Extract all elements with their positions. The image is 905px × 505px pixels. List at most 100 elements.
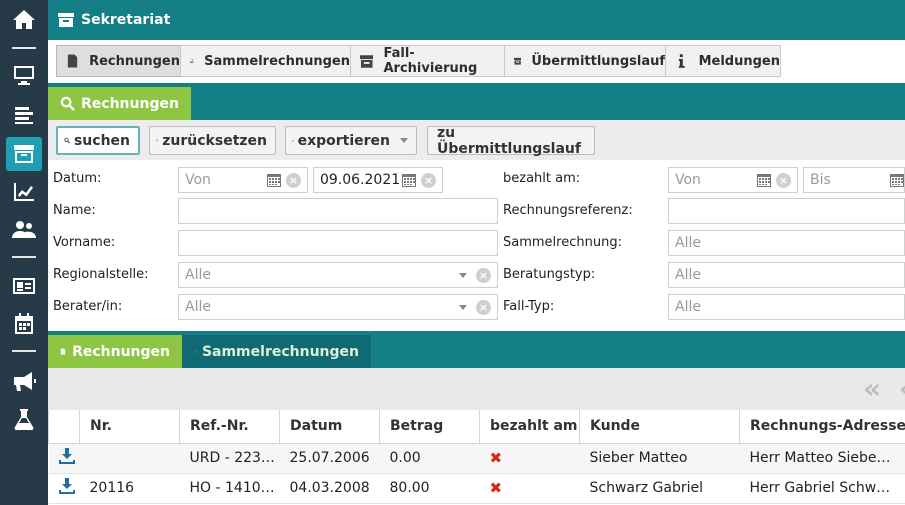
calendar-icon[interactable] xyxy=(757,173,771,187)
results-panel: « ‹ Nr. Ref.-Nr. Datum Betrag bezahlt am… xyxy=(48,368,905,505)
datum-from-field[interactable]: Von × xyxy=(178,167,308,193)
download-cell[interactable] xyxy=(48,443,80,474)
column-header[interactable]: Ref.-Nr. xyxy=(179,410,280,444)
tab-rechnungen-results[interactable]: Rechnungen xyxy=(48,335,182,368)
sidebar-item-flask[interactable] xyxy=(6,402,42,436)
referenz-field[interactable] xyxy=(668,198,905,224)
referenz-label: Rechnungsreferenz: xyxy=(503,203,633,218)
sidebar-item-monitor[interactable] xyxy=(6,58,42,92)
cell-bezahlt: ✖ xyxy=(479,443,580,474)
search-button[interactable]: suchen xyxy=(56,126,140,155)
regionalstelle-select[interactable]: Alle × xyxy=(178,262,498,288)
column-header[interactable]: Nr. xyxy=(79,410,180,444)
table-row[interactable]: 20116 HO - 1410… 04.03.2008 80.00 ✖ Schw… xyxy=(48,473,905,504)
prev-page-button[interactable]: ‹ xyxy=(899,372,905,405)
column-header[interactable]: bezahlt am xyxy=(479,410,580,444)
tab-uebermittlungslauf[interactable]: Übermittlungslauf xyxy=(504,45,666,77)
archive-icon xyxy=(58,13,74,27)
archive-icon xyxy=(360,55,374,68)
berater-value: Alle xyxy=(185,299,211,315)
tab-label: Fall-Archivierung xyxy=(383,46,478,76)
calendar-icon[interactable] xyxy=(890,173,904,187)
tab-label: Rechnungen xyxy=(81,95,179,112)
cell-betrag: 0.00 xyxy=(379,443,480,474)
chevron-down-icon xyxy=(459,305,467,310)
column-header[interactable]: Kunde xyxy=(579,410,740,444)
tab-label: Rechnungen xyxy=(72,343,170,360)
search-button-label: suchen xyxy=(73,132,130,149)
cell-ref: HO - 1410… xyxy=(179,473,280,504)
tab-label: Übermittlungslauf xyxy=(531,53,665,69)
cell-datum: 25.07.2006 xyxy=(279,443,380,474)
tab-rechnungen-search[interactable]: Rechnungen xyxy=(48,87,191,120)
tab-fall-archivierung[interactable]: Fall-Archivierung xyxy=(350,45,505,77)
transfer-button-label: zu Übermittlungslauf xyxy=(437,124,581,157)
berater-label: Berater/in: xyxy=(53,299,123,314)
chart-icon xyxy=(14,183,34,201)
bezahlt-from-field[interactable]: Von × xyxy=(668,167,798,193)
cell-ref: URD - 223… xyxy=(179,443,280,474)
tab-label: Rechnungen xyxy=(89,53,180,69)
sammel-select[interactable]: Alle xyxy=(668,230,905,256)
name-label: Name: xyxy=(53,203,96,218)
vorname-field[interactable] xyxy=(178,230,498,256)
tab-sammelrechnungen[interactable]: Sammelrechnungen xyxy=(180,45,351,77)
sidebar-item-users[interactable] xyxy=(6,212,42,246)
sidebar-item-chart[interactable] xyxy=(6,175,42,209)
datum-to-field[interactable]: 09.06.2021 × xyxy=(313,167,443,193)
clear-icon[interactable]: × xyxy=(421,173,436,188)
clear-icon[interactable]: × xyxy=(476,300,491,315)
chevron-down-icon xyxy=(400,138,408,143)
clear-icon[interactable]: × xyxy=(776,173,791,188)
calendar-icon[interactable] xyxy=(402,173,416,187)
bezahlt-to-field[interactable]: Bis xyxy=(803,167,905,193)
transfer-button[interactable]: zu Übermittlungslauf xyxy=(427,124,595,157)
sidebar-item-calendar[interactable] xyxy=(6,307,42,341)
export-button-label: exportieren xyxy=(297,132,390,149)
sidebar-item-megaphone[interactable] xyxy=(6,364,42,398)
column-header[interactable]: Betrag xyxy=(379,410,480,444)
column-header[interactable]: Datum xyxy=(279,410,380,444)
monitor-icon xyxy=(14,66,34,85)
column-header[interactable]: Rechnungs-Adresse xyxy=(739,410,905,444)
table-header-row: Nr. Ref.-Nr. Datum Betrag bezahlt am Kun… xyxy=(48,410,905,444)
table-row[interactable]: URD - 223… 25.07.2006 0.00 ✖ Sieber Matt… xyxy=(48,443,905,474)
tab-sammelrechnungen-results[interactable]: Sammelrechnungen xyxy=(182,335,371,368)
cell-adresse: Herr Gabriel Schw… xyxy=(739,473,905,504)
sidebar-item-list[interactable] xyxy=(6,98,42,132)
calendar-icon[interactable] xyxy=(267,173,281,187)
download-icon[interactable] xyxy=(58,448,75,464)
invoice-icon xyxy=(60,348,66,355)
regionalstelle-value: Alle xyxy=(185,267,211,283)
download-icon[interactable] xyxy=(58,478,75,494)
tab-meldungen[interactable]: Meldungen xyxy=(665,45,781,77)
invoice-table: Nr. Ref.-Nr. Datum Betrag bezahlt am Kun… xyxy=(48,410,905,504)
datum-to-value: 09.06.2021 xyxy=(320,172,401,188)
name-field[interactable] xyxy=(178,198,498,224)
cell-datum: 04.03.2008 xyxy=(279,473,380,504)
sidebar-item-archive[interactable] xyxy=(6,137,42,171)
refresh-icon xyxy=(156,139,158,142)
reset-button[interactable]: zurücksetzen xyxy=(149,126,276,155)
first-page-button[interactable]: « xyxy=(863,372,881,405)
archive-icon xyxy=(514,57,522,65)
sidebar-item-id-card[interactable] xyxy=(6,269,42,303)
archive-icon xyxy=(14,145,34,163)
module-tab-bar: Rechnungen Sammelrechnungen Fall-Archivi… xyxy=(48,40,905,84)
export-dropdown-button[interactable]: exportieren xyxy=(285,126,417,155)
clear-icon[interactable]: × xyxy=(286,173,301,188)
app-header: Sekretariat xyxy=(48,0,905,40)
berater-select[interactable]: Alle × xyxy=(178,294,498,320)
download-cell[interactable] xyxy=(48,473,80,504)
falltyp-select[interactable]: Alle xyxy=(668,294,905,320)
sidebar-item-home[interactable] xyxy=(6,3,42,37)
regionalstelle-label: Regionalstelle: xyxy=(53,267,149,282)
export-icon xyxy=(292,139,294,142)
falltyp-value: Alle xyxy=(675,299,701,315)
reset-button-label: zurücksetzen xyxy=(162,132,267,149)
tab-rechnungen[interactable]: Rechnungen xyxy=(56,45,181,77)
sidebar-divider xyxy=(12,256,36,258)
clear-icon[interactable]: × xyxy=(476,268,491,283)
beratungstyp-select[interactable]: Alle xyxy=(668,262,905,288)
list-icon xyxy=(15,107,33,124)
